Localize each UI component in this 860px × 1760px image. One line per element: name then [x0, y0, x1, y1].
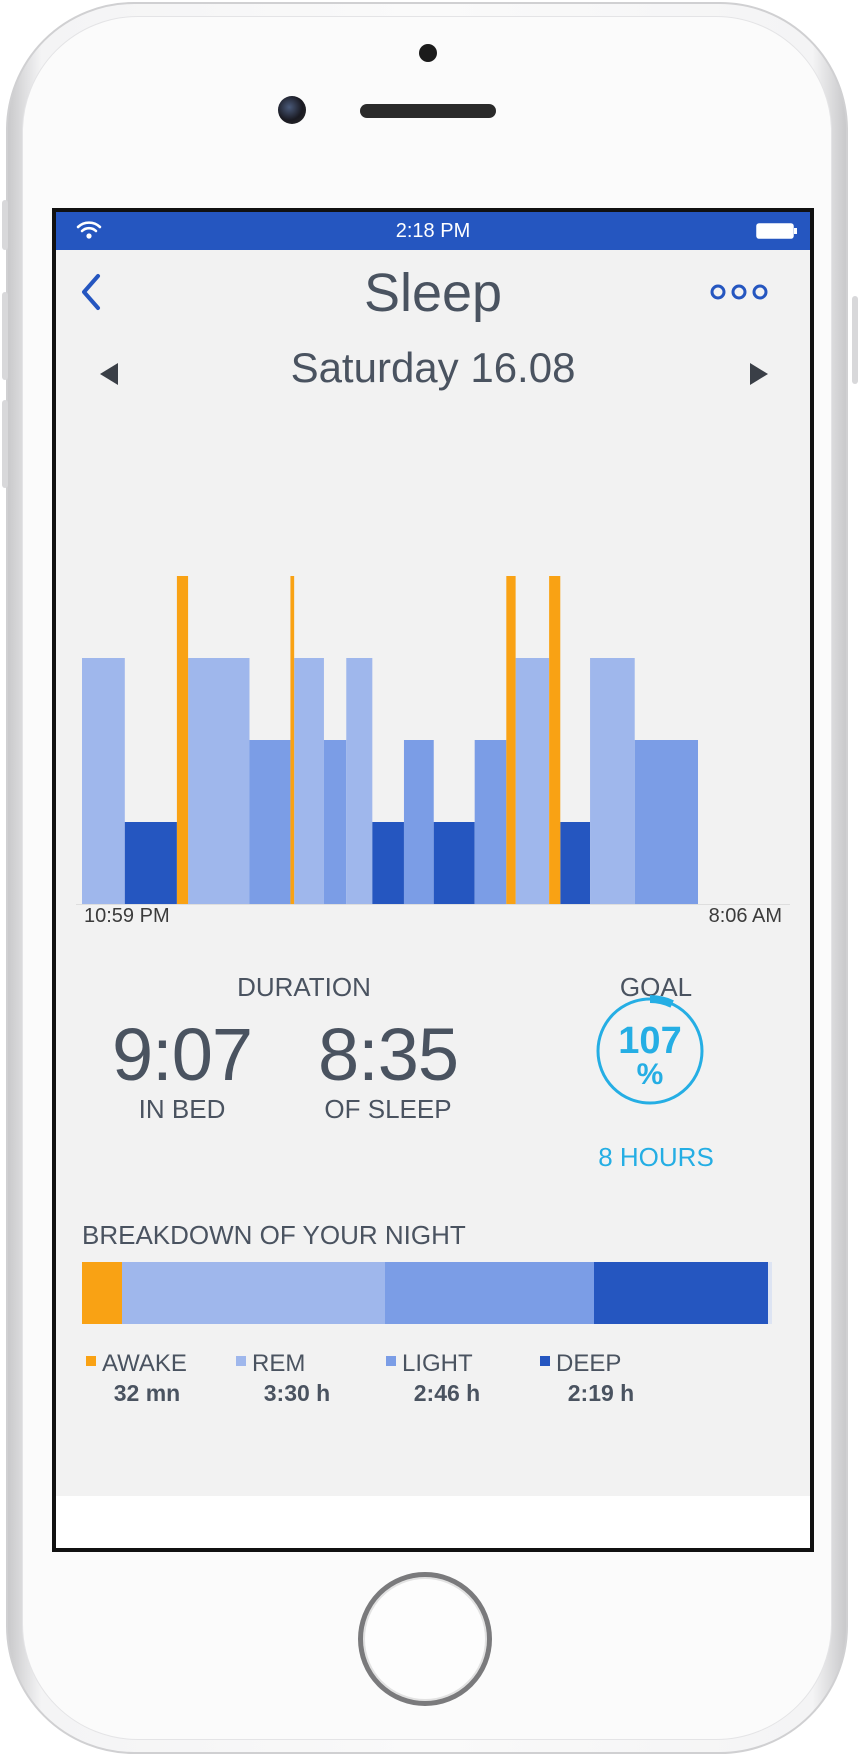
legend-swatch-awake — [86, 1356, 96, 1366]
legend-swatch-deep — [540, 1356, 550, 1366]
sleep-bar-rem — [188, 658, 250, 904]
legend-swatch-light — [386, 1356, 396, 1366]
sleep-bar-rem — [590, 658, 635, 904]
volume-up-button — [2, 292, 8, 380]
sleep-bar-awake — [290, 576, 295, 904]
legend-label-deep: DEEP — [556, 1350, 622, 1377]
chart-end-time: 8:06 AM — [708, 905, 782, 927]
sleep-bar-deep — [124, 822, 177, 904]
sleep-bar-rem — [82, 658, 125, 904]
sleep-bar-light — [403, 740, 434, 904]
sleep-bar-rem — [346, 658, 373, 904]
breakdown-segment-awake — [82, 1262, 123, 1324]
legend-label-awake: AWAKE — [102, 1350, 187, 1377]
sleep-bar-rem — [294, 658, 324, 904]
duration-heading: DURATION — [237, 972, 371, 1002]
breakdown-bar — [82, 1262, 772, 1324]
legend-value-awake: 32 mn — [113, 1380, 181, 1406]
power-button — [852, 296, 858, 384]
sleep-bar-deep — [372, 822, 404, 904]
breakdown-segment-light — [385, 1262, 594, 1324]
breakdown-segment-rem — [122, 1262, 386, 1324]
sleep-bar-light — [474, 740, 507, 904]
legend-value-deep: 2:19 h — [567, 1380, 635, 1406]
previous-day-icon[interactable] — [96, 360, 122, 388]
in-bed-value: 9:07 — [111, 1013, 253, 1096]
sleep-bar-rem — [515, 658, 550, 904]
page-title: Sleep — [363, 263, 503, 323]
screen-bottom-area — [56, 1496, 810, 1548]
front-camera-icon — [278, 96, 306, 124]
legend-swatch-rem — [236, 1356, 246, 1366]
goal-percent-value: 107 — [618, 1020, 682, 1062]
mute-switch — [2, 200, 8, 250]
sleep-chart-svg — [76, 576, 790, 905]
legend-label-light: LIGHT — [402, 1350, 473, 1377]
status-time: 2:18 PM — [395, 220, 471, 242]
legend-value-light: 2:46 h — [413, 1380, 481, 1406]
app-screen: 2:18 PM Sleep Saturday 16.08 10:59 PM 8:… — [52, 208, 814, 1552]
in-bed-label: IN BED — [138, 1094, 226, 1124]
earpiece-speaker — [360, 104, 496, 118]
legend-label-rem: REM — [252, 1350, 306, 1377]
sleep-value: 8:35 — [317, 1013, 459, 1096]
sleep-bar-deep — [433, 822, 475, 904]
chart-start-time: 10:59 PM — [84, 905, 170, 927]
breakdown-segment-deep — [593, 1262, 768, 1324]
battery-icon — [756, 223, 797, 239]
home-button[interactable] — [358, 1572, 492, 1706]
volume-down-button — [2, 400, 8, 488]
sleep-bar-deep — [560, 822, 591, 904]
status-bar: 2:18 PM — [56, 212, 810, 250]
legend-value-rem: 3:30 h — [263, 1380, 331, 1406]
sleep-chart — [56, 512, 810, 912]
sleep-bar-awake — [506, 576, 516, 904]
more-icon[interactable] — [708, 282, 770, 302]
sleep-bar-awake — [549, 576, 561, 904]
sleep-bar-light — [249, 740, 291, 904]
goal-percent-sign: % — [636, 1058, 664, 1091]
sleep-bar-light — [323, 740, 347, 904]
next-day-icon[interactable] — [746, 360, 772, 388]
sleep-bar-light — [634, 740, 698, 904]
back-chevron-icon[interactable] — [76, 270, 106, 314]
sleep-bar-awake — [176, 576, 189, 904]
sleep-label: OF SLEEP — [324, 1094, 452, 1124]
date-label: Saturday 16.08 — [290, 344, 576, 391]
breakdown-heading: BREAKDOWN OF YOUR NIGHT — [82, 1220, 466, 1250]
proximity-sensor — [419, 44, 437, 62]
goal-target: 8 HOURS — [598, 1142, 714, 1172]
